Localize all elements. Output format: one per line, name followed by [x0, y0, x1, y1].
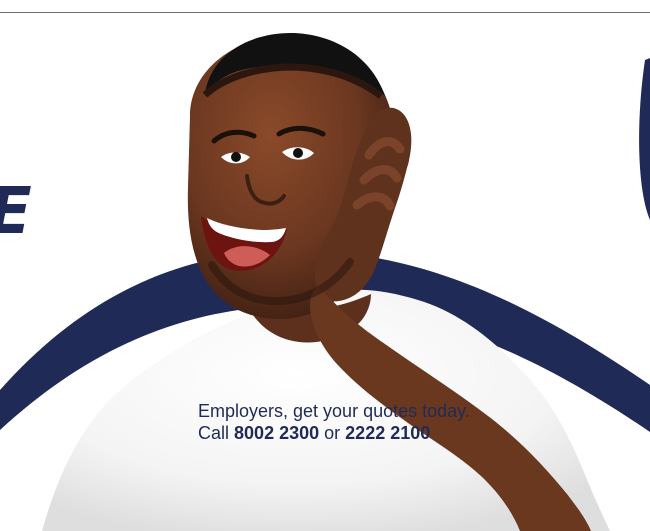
call-to-action: Employers, get your quotes today. Call 8…	[198, 400, 470, 444]
cta-call-label: Call	[198, 423, 230, 443]
navy-right-edge	[639, 58, 650, 220]
cta-line-1: Employers, get your quotes today.	[198, 401, 470, 421]
phone-number-primary[interactable]: 8002 2300	[234, 423, 319, 443]
left-pupil	[231, 152, 241, 162]
cta-line-2: Call 8002 2300 or 2222 2100	[198, 422, 448, 444]
right-pupil	[293, 148, 303, 158]
cta-connector: or	[324, 423, 341, 443]
headline-fragment: E	[0, 180, 32, 244]
phone-number-secondary[interactable]: 2222 2100	[345, 423, 430, 443]
banner-illustration	[0, 32, 650, 531]
advertisement-banner: E Employers, get your quotes today. Call…	[0, 0, 650, 531]
